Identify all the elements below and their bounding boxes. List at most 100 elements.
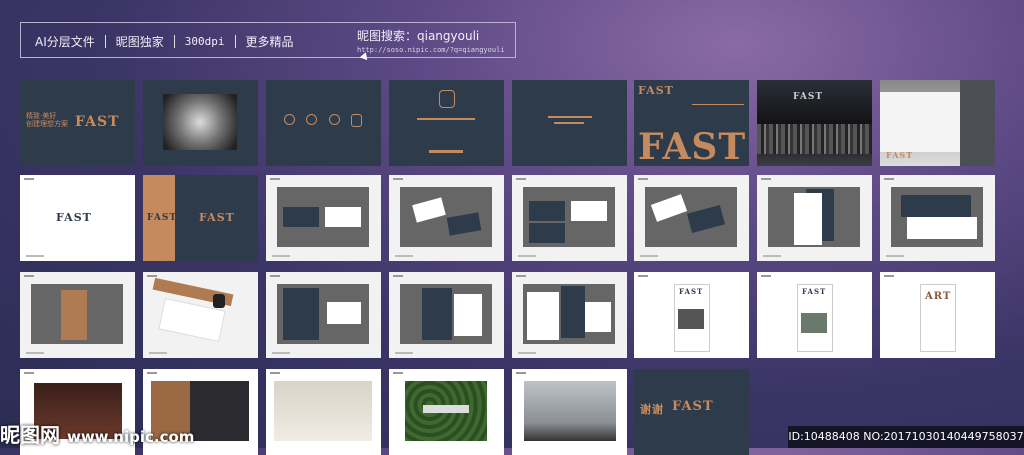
page-label xyxy=(638,178,648,180)
mockup-bg xyxy=(523,284,615,344)
page-label xyxy=(147,372,157,374)
page-label xyxy=(516,372,526,374)
page-label xyxy=(761,178,771,180)
separator xyxy=(234,35,236,48)
thumbnail[interactable]: FAST xyxy=(20,175,135,261)
mockup-bg xyxy=(400,284,492,344)
thumbnail[interactable] xyxy=(266,80,381,166)
envelope xyxy=(907,217,977,239)
letterhead xyxy=(794,193,822,245)
thumbnail[interactable] xyxy=(266,175,381,261)
thumbnail[interactable] xyxy=(880,175,995,261)
city-skyline xyxy=(757,124,872,154)
search-url[interactable]: http://soso.nipic.com/?q=qiangyouli xyxy=(357,46,515,63)
logo-text: FAST xyxy=(638,84,674,97)
logo-text: FAST xyxy=(672,399,714,414)
logo-text: FAST xyxy=(886,150,914,160)
envelope xyxy=(901,195,971,217)
mockup-bg xyxy=(523,187,615,247)
thanks-text: 谢谢 xyxy=(640,403,664,416)
thumbnail[interactable]: FAST xyxy=(757,272,872,358)
watermark-brand: 昵图网 xyxy=(0,423,60,447)
logo-text: FAST xyxy=(802,287,827,296)
page-label xyxy=(393,372,403,374)
page-footer xyxy=(518,255,536,257)
exterior-photo xyxy=(524,381,616,441)
page-footer xyxy=(26,352,44,354)
page-footer xyxy=(149,352,167,354)
page-label xyxy=(270,372,280,374)
logo-text: FAST xyxy=(199,211,235,224)
search-block[interactable]: 昵图搜索：qiangyouli http://soso.nipic.com/?q… xyxy=(357,27,515,63)
lobby-photo xyxy=(274,381,372,441)
thumbnail[interactable]: ART xyxy=(880,272,995,358)
watermark-url: www.nipic.com xyxy=(66,428,195,446)
business-card xyxy=(529,201,565,221)
page-label xyxy=(24,275,34,277)
thumbnail[interactable] xyxy=(512,369,627,455)
thumbnail[interactable]: FAST xyxy=(880,80,995,166)
thumbnail[interactable] xyxy=(143,80,258,166)
mockup-bg xyxy=(891,187,983,247)
page-footer xyxy=(518,352,536,354)
separator xyxy=(104,35,106,48)
page-footer xyxy=(395,255,413,257)
header-item-more[interactable]: 更多精品 xyxy=(246,33,294,50)
logo-text: FAST xyxy=(75,114,120,130)
header-item-dpi: 300dpi xyxy=(184,35,225,48)
page-label xyxy=(884,275,894,277)
page-label xyxy=(24,178,34,180)
emblem-icon xyxy=(439,90,455,108)
wall-image xyxy=(880,92,960,152)
header-items: AI分层文件 昵图独家 300dpi 更多精品 xyxy=(35,33,294,50)
page-label xyxy=(884,178,894,180)
mockup-bg xyxy=(400,187,492,247)
thumbnail[interactable] xyxy=(512,80,627,166)
thumbnail[interactable] xyxy=(389,272,504,358)
poster-image xyxy=(801,313,827,333)
page-footer xyxy=(272,352,290,354)
business-card xyxy=(650,194,688,222)
page-footer xyxy=(763,255,781,257)
document xyxy=(454,294,482,336)
thumbnail[interactable] xyxy=(20,272,135,358)
search-title[interactable]: 昵图搜索：qiangyouli xyxy=(357,27,515,44)
mockup-bg xyxy=(31,284,123,344)
poster: ART xyxy=(920,284,956,352)
thumbnail[interactable] xyxy=(512,175,627,261)
page-label xyxy=(516,275,526,277)
page-label xyxy=(761,275,771,277)
thumbnail[interactable] xyxy=(143,272,258,358)
folder xyxy=(422,288,452,340)
thumbnail[interactable] xyxy=(634,175,749,261)
logo-text: FAST xyxy=(147,213,178,223)
thumbnail[interactable] xyxy=(389,369,504,455)
watermark: 昵图网 www.nipic.com xyxy=(0,419,194,448)
business-card xyxy=(325,207,361,227)
thumbnail[interactable] xyxy=(266,369,381,455)
thumbnail[interactable]: FAST xyxy=(757,80,872,166)
thumbnail[interactable] xyxy=(512,272,627,358)
badge-icon xyxy=(351,114,363,127)
notebook xyxy=(283,288,319,340)
thumbnail[interactable]: 谢谢 FAST xyxy=(634,369,749,455)
thumbnail[interactable]: FAST xyxy=(634,272,749,358)
poster: FAST xyxy=(797,284,833,352)
letterhead xyxy=(527,292,559,340)
thumbnail[interactable]: FAST FAST xyxy=(143,175,258,261)
thumbnail[interactable] xyxy=(266,272,381,358)
thumbnail[interactable] xyxy=(389,175,504,261)
separator xyxy=(173,35,175,48)
cursor-icon xyxy=(359,52,371,63)
page-footer xyxy=(886,255,904,257)
page-label xyxy=(270,178,280,180)
poster-image xyxy=(678,309,704,329)
thumbnail[interactable] xyxy=(389,80,504,166)
page-label xyxy=(24,372,34,374)
page-label xyxy=(516,178,526,180)
thumbnail[interactable]: FAST FAST xyxy=(634,80,749,166)
header-item-exclusive: 昵图独家 xyxy=(115,35,164,49)
page-label xyxy=(270,275,280,277)
thumbnail[interactable]: 精致·美好 创建理想方案 FAST xyxy=(20,80,135,166)
thumbnail[interactable] xyxy=(757,175,872,261)
